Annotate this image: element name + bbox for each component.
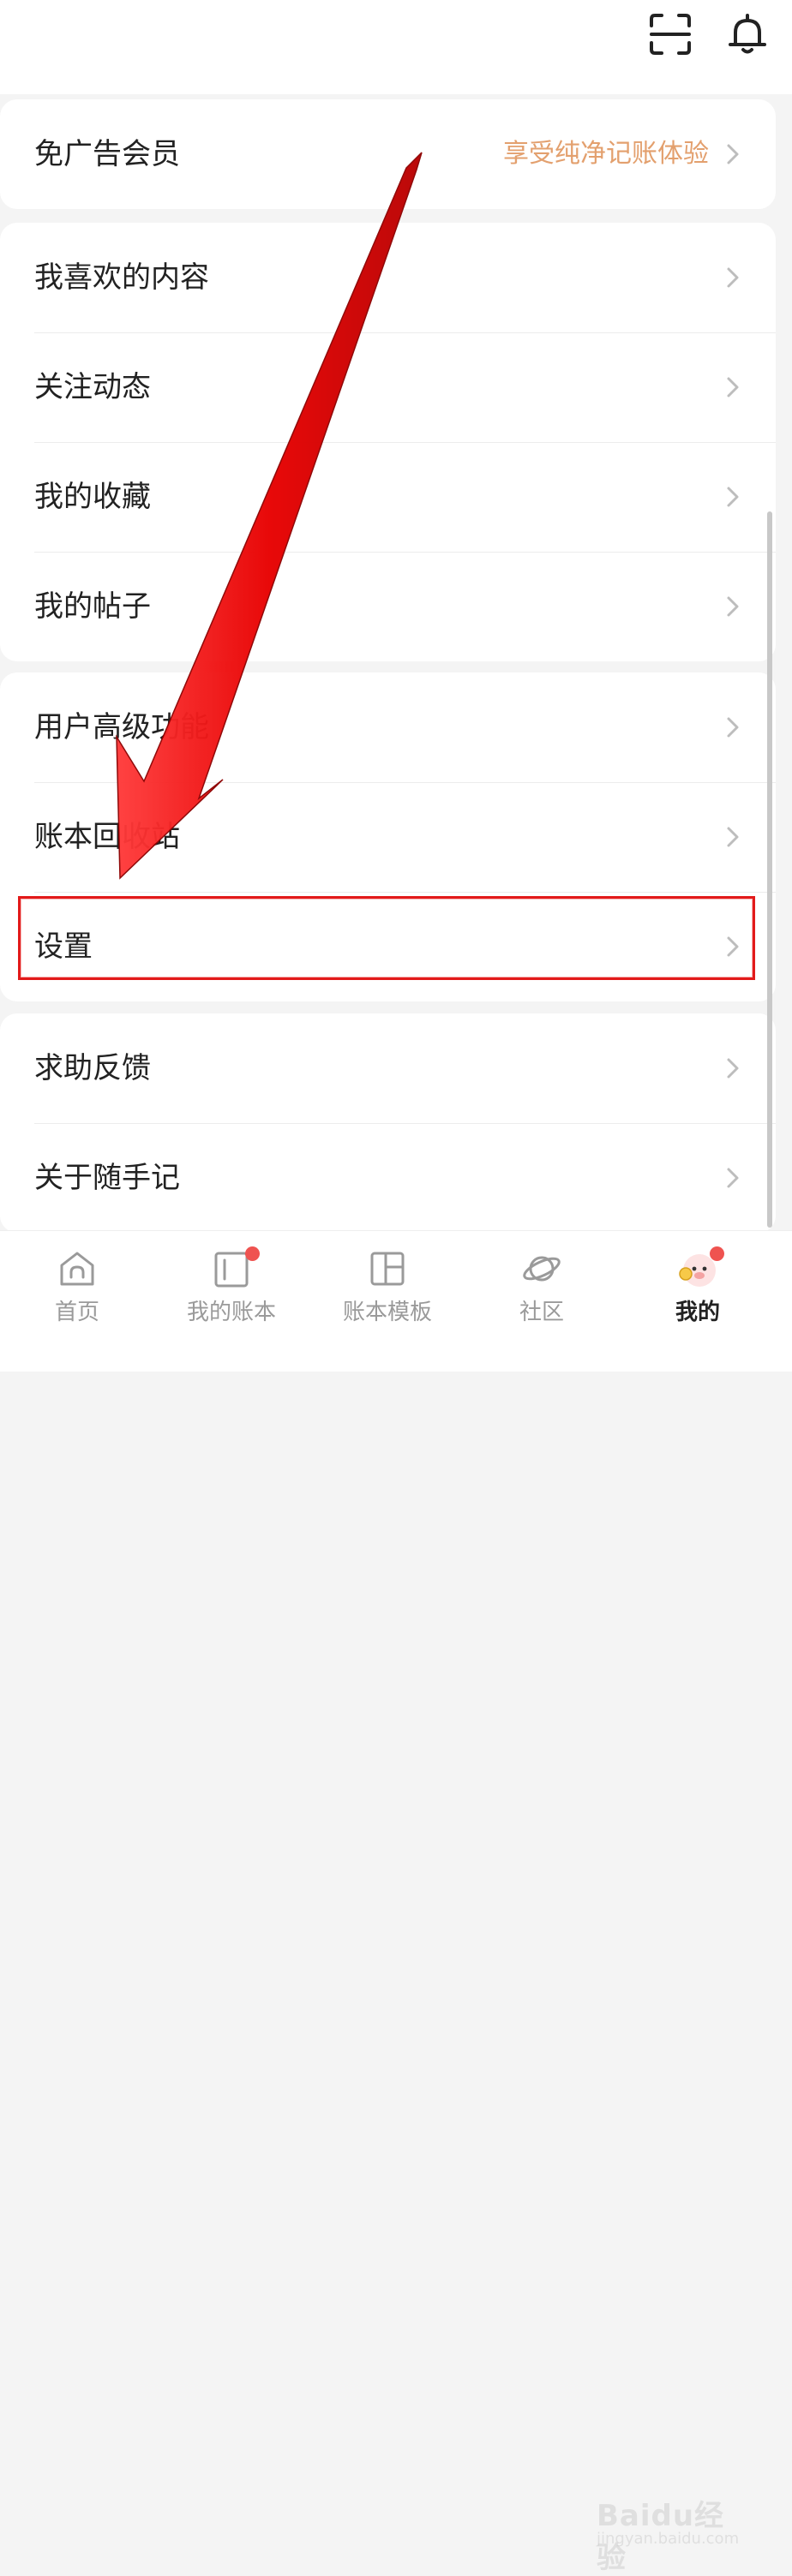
menu-item-label: 我的收藏 [34,480,151,514]
tab-my-ledger[interactable]: 我的账本 [163,1231,300,1372]
membership-card: 免广告会员 享受纯净记账体验 [0,99,776,209]
chevron-right-icon [727,717,739,738]
menu-item-label: 设置 [34,929,93,964]
community-card: 我喜欢的内容 关注动态 我的收藏 我的帖子 [0,223,776,661]
tab-home[interactable]: 首页 [9,1231,146,1372]
menu-item-about[interactable]: 关于随手记 [0,1123,776,1233]
planet-icon [523,1256,561,1282]
chevron-right-icon [727,487,739,507]
chevron-right-icon [727,1168,739,1188]
menu-item-liked-content[interactable]: 我喜欢的内容 [0,223,776,332]
chevron-right-icon [727,144,739,164]
tab-label: 我的 [675,1300,720,1325]
menu-item-label: 账本回收站 [34,820,180,854]
tools-card: 用户高级功能 账本回收站 设置 [0,672,776,1001]
tab-label: 首页 [54,1300,99,1325]
chevron-right-icon [727,827,739,847]
menu-item-follow-feed[interactable]: 关注动态 [0,332,776,442]
chevron-right-icon [727,1058,739,1079]
notification-badge [245,1246,260,1261]
template-icon [370,1252,405,1286]
menu-item-label: 关于随手记 [34,1161,180,1195]
tab-community[interactable]: 社区 [473,1231,610,1372]
scrollbar[interactable] [767,511,772,1228]
top-bar [0,0,792,94]
menu-item-settings[interactable]: 设置 [0,892,776,1001]
notification-badge [710,1246,724,1261]
menu-item-label: 求助反馈 [34,1051,151,1085]
menu-item-my-posts[interactable]: 我的帖子 [0,552,776,661]
tab-label: 账本模板 [342,1300,432,1325]
menu-item-ledger-recycle-bin[interactable]: 账本回收站 [0,782,776,892]
menu-item-ad-free[interactable]: 免广告会员 享受纯净记账体验 [0,99,776,209]
scan-icon[interactable] [648,12,693,57]
menu-item-advanced-features[interactable]: 用户高级功能 [0,672,776,782]
watermark-subtext: jingyan.baidu.com [597,2530,740,2548]
menu-item-label: 我喜欢的内容 [34,260,209,295]
menu-item-help-feedback[interactable]: 求助反馈 [0,1013,776,1123]
baidu-jingyan-watermark: Baidu经验 jingyan.baidu.com [597,2492,742,2575]
menu-item-label: 关注动态 [34,370,151,404]
menu-item-label: 免广告会员 [34,137,180,171]
menu-item-label: 用户高级功能 [34,710,209,744]
bell-icon[interactable] [725,12,770,57]
tab-label: 我的账本 [186,1300,276,1325]
menu-item-favorites[interactable]: 我的收藏 [0,442,776,552]
support-card: 求助反馈 关于随手记 [0,1013,776,1233]
chevron-right-icon [727,596,739,617]
chevron-right-icon [727,267,739,288]
chevron-right-icon [727,377,739,397]
tab-label: 社区 [519,1300,564,1325]
home-icon [60,1252,94,1286]
tab-me[interactable]: 我的 [629,1231,766,1372]
menu-item-subtitle: 享受纯净记账体验 [503,139,709,169]
tab-ledger-templates[interactable]: 账本模板 [319,1231,456,1372]
menu-item-label: 我的帖子 [34,589,151,624]
bottom-tab-bar: 首页 我的账本 账本模板 社区 我的 Baidu经验 jingyan.baidu… [0,1230,792,2575]
chevron-right-icon [727,936,739,957]
